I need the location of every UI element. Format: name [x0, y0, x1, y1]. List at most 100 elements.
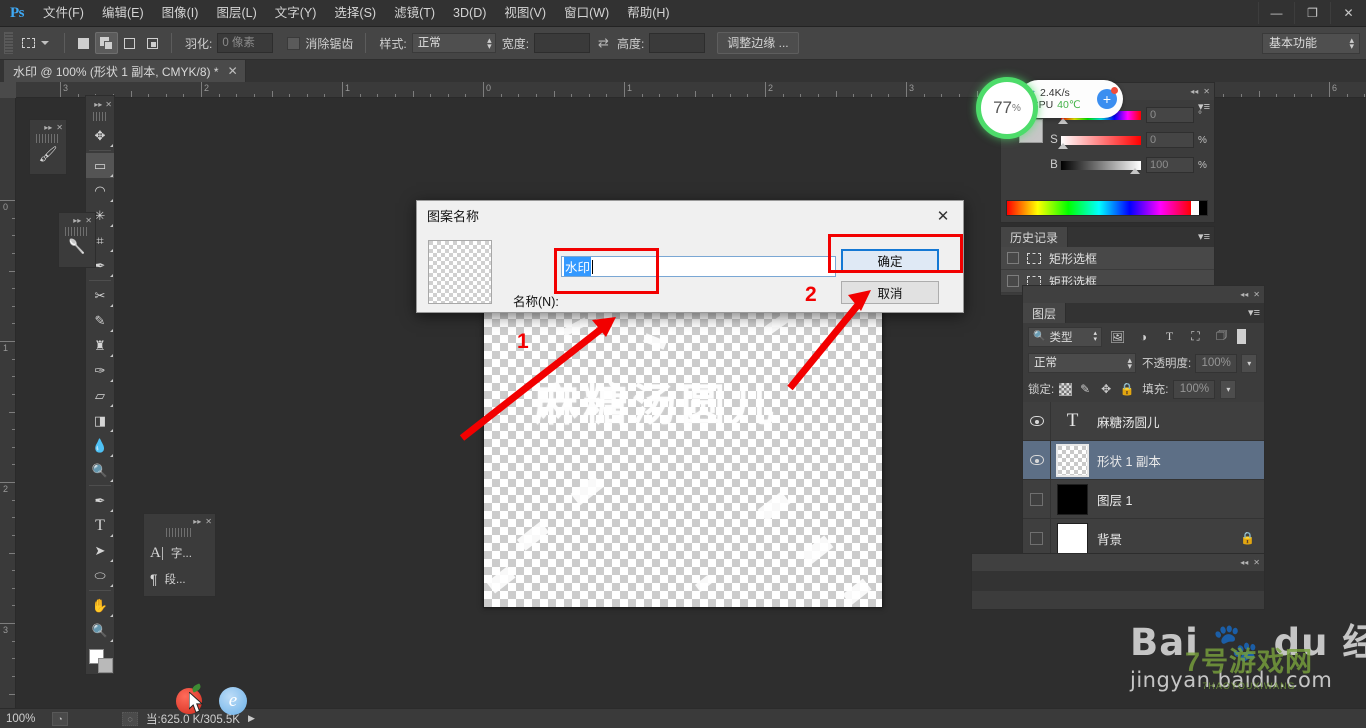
menu-file[interactable]: 文件(F) [34, 0, 93, 27]
restore-button[interactable]: ❐ [1294, 2, 1330, 24]
layer-thumbnail[interactable] [1056, 443, 1089, 477]
close-icon[interactable]: ✕ [56, 123, 63, 132]
close-button[interactable]: ✕ [1330, 2, 1366, 24]
new-selection-button[interactable] [72, 32, 95, 54]
expand-arrow-icon[interactable]: ▶ [248, 713, 255, 724]
menu-type[interactable]: 文字(Y) [266, 0, 326, 27]
fill-value[interactable]: 100% [1173, 379, 1216, 399]
gradient-tool[interactable]: ◨ [86, 408, 114, 433]
fill-chevron-down-icon[interactable]: ▾ [1220, 379, 1237, 399]
zoom-tool[interactable]: 🔍 [86, 618, 114, 643]
refine-edge-button[interactable]: 调整边缘 ... [717, 32, 799, 54]
ruler-corner[interactable] [0, 82, 16, 98]
panel-grip[interactable] [166, 528, 193, 537]
width-input[interactable] [534, 33, 591, 53]
history-snapshot-checkbox[interactable] [1007, 275, 1019, 287]
layer-filter-select[interactable]: 🔍 类型 ▴ ▾ [1028, 326, 1102, 347]
close-icon[interactable]: ✕ [1203, 87, 1210, 96]
clone-stamp-tool[interactable]: ♜ [86, 333, 114, 358]
collapse-icon[interactable]: ▸▸ [94, 100, 102, 109]
layer-visibility-toggle[interactable] [1023, 441, 1051, 479]
layer-thumbnail[interactable]: T [1057, 406, 1088, 437]
lock-transparent-pixels-icon[interactable] [1059, 382, 1073, 396]
filter-toggle-switch[interactable] [1237, 329, 1246, 344]
adjustment-filter-icon[interactable]: ◑ [1133, 327, 1154, 347]
intersect-selection-button[interactable] [141, 32, 164, 54]
menu-help[interactable]: 帮助(H) [618, 0, 678, 27]
close-icon[interactable]: ✕ [205, 517, 212, 526]
color-value-s[interactable]: 0 [1146, 132, 1194, 148]
menu-3d[interactable]: 3D(D) [444, 0, 495, 27]
color-swatches[interactable] [86, 647, 114, 681]
layer-row[interactable]: 形状 1 副本 [1023, 441, 1264, 480]
color-slider-thumb[interactable] [1129, 167, 1140, 174]
menu-edit[interactable]: 编辑(E) [93, 0, 153, 27]
close-icon[interactable]: ✕ [1253, 290, 1260, 299]
layer-name[interactable]: 形状 1 副本 [1097, 451, 1161, 470]
image-filter-icon[interactable]: 🖼 [1107, 327, 1128, 347]
close-icon[interactable]: ✕ [1253, 558, 1260, 567]
options-bar-grip[interactable] [4, 32, 13, 54]
current-tool-icon[interactable] [17, 32, 39, 54]
document-thumbnail-icon[interactable]: ◔ [52, 711, 68, 726]
height-input[interactable] [649, 33, 706, 53]
rectangular-marquee-tool[interactable]: ▭ [86, 153, 114, 178]
zoom-level[interactable]: 100% [6, 713, 44, 725]
character-panel-row[interactable]: A| 字... [144, 540, 215, 566]
color-slider-thumb[interactable] [1057, 142, 1068, 149]
menu-filter[interactable]: 滤镜(T) [385, 0, 444, 27]
tab-layers[interactable]: 图层 [1023, 303, 1067, 323]
smart-object-filter-icon[interactable]: 🗇 [1211, 327, 1232, 347]
panel-menu-icon[interactable]: ▾≡ [1198, 230, 1210, 243]
mini-panel-grip[interactable] [65, 227, 89, 236]
color-slider-s[interactable] [1057, 135, 1141, 149]
artboard[interactable]: 麻糖汤圆儿 [483, 310, 883, 608]
horizontal-type-tool[interactable]: T [86, 513, 114, 538]
opacity-chevron-down-icon[interactable]: ▾ [1241, 353, 1258, 373]
layer-visibility-toggle[interactable] [1023, 480, 1051, 518]
menu-select[interactable]: 选择(S) [325, 0, 385, 27]
blur-tool[interactable]: 💧 [86, 433, 114, 458]
tool-preset-chevron-icon[interactable] [41, 41, 49, 45]
menu-image[interactable]: 图像(I) [153, 0, 208, 27]
workspace-select[interactable]: 基本功能 ▴ ▾ [1262, 32, 1360, 54]
minimize-button[interactable]: — [1258, 2, 1294, 24]
spoon-icon[interactable]: 🥄 [59, 238, 95, 255]
healing-brush-tool[interactable]: ✂ [86, 283, 114, 308]
blend-mode-select[interactable]: 正常 ▴ ▾ [1028, 353, 1136, 373]
close-icon[interactable]: ✕ [105, 100, 112, 109]
color-slider-b[interactable] [1061, 160, 1141, 174]
collapse-icon[interactable]: ◂◂ [1240, 558, 1248, 567]
ellipse-tool[interactable]: ⬭ [86, 563, 114, 588]
type-filter-icon[interactable]: T [1159, 327, 1180, 347]
menu-layer[interactable]: 图层(L) [207, 0, 265, 27]
swatch-mini-panel[interactable]: ▸▸ ✕ 🥄 [58, 212, 96, 268]
layer-visibility-toggle[interactable] [1023, 519, 1051, 557]
panel-menu-icon[interactable]: ▾≡ [1248, 306, 1260, 319]
layer-thumbnail[interactable] [1057, 522, 1088, 554]
antialias-checkbox[interactable] [287, 36, 301, 50]
lock-image-pixels-icon[interactable]: ✎ [1077, 381, 1093, 397]
lock-position-icon[interactable]: ✥ [1098, 381, 1114, 397]
eraser-tool[interactable]: ▱ [86, 383, 114, 408]
move-tool[interactable]: ✥ [86, 123, 114, 148]
history-snapshot-checkbox[interactable] [1007, 252, 1019, 264]
menu-window[interactable]: 窗口(W) [555, 0, 618, 27]
dodge-tool[interactable]: 🔍 [86, 458, 114, 483]
tools-panel-grip[interactable] [93, 112, 107, 121]
close-icon[interactable]: ✕ [228, 64, 238, 78]
opacity-value[interactable]: 100% [1195, 353, 1238, 373]
collapse-icon[interactable]: ◂◂ [1190, 87, 1198, 96]
history-brush-tool[interactable]: ✑ [86, 358, 114, 383]
lasso-tool[interactable]: ◠ [86, 178, 114, 203]
layer-name[interactable]: 麻糖汤圆儿 [1097, 412, 1160, 431]
feather-input[interactable]: 0 像素 [217, 33, 274, 53]
collapse-icon[interactable]: ▸▸ [44, 123, 52, 132]
history-state-row[interactable]: 矩形选框 [1001, 247, 1214, 270]
layer-visibility-toggle[interactable] [1023, 402, 1051, 440]
collapse-icon[interactable]: ▸▸ [193, 517, 201, 526]
mini-panel-grip[interactable] [36, 134, 60, 143]
color-value-b[interactable]: 100 [1146, 157, 1194, 173]
paragraph-panel-row[interactable]: ¶ 段... [144, 566, 215, 592]
menu-view[interactable]: 视图(V) [495, 0, 555, 27]
